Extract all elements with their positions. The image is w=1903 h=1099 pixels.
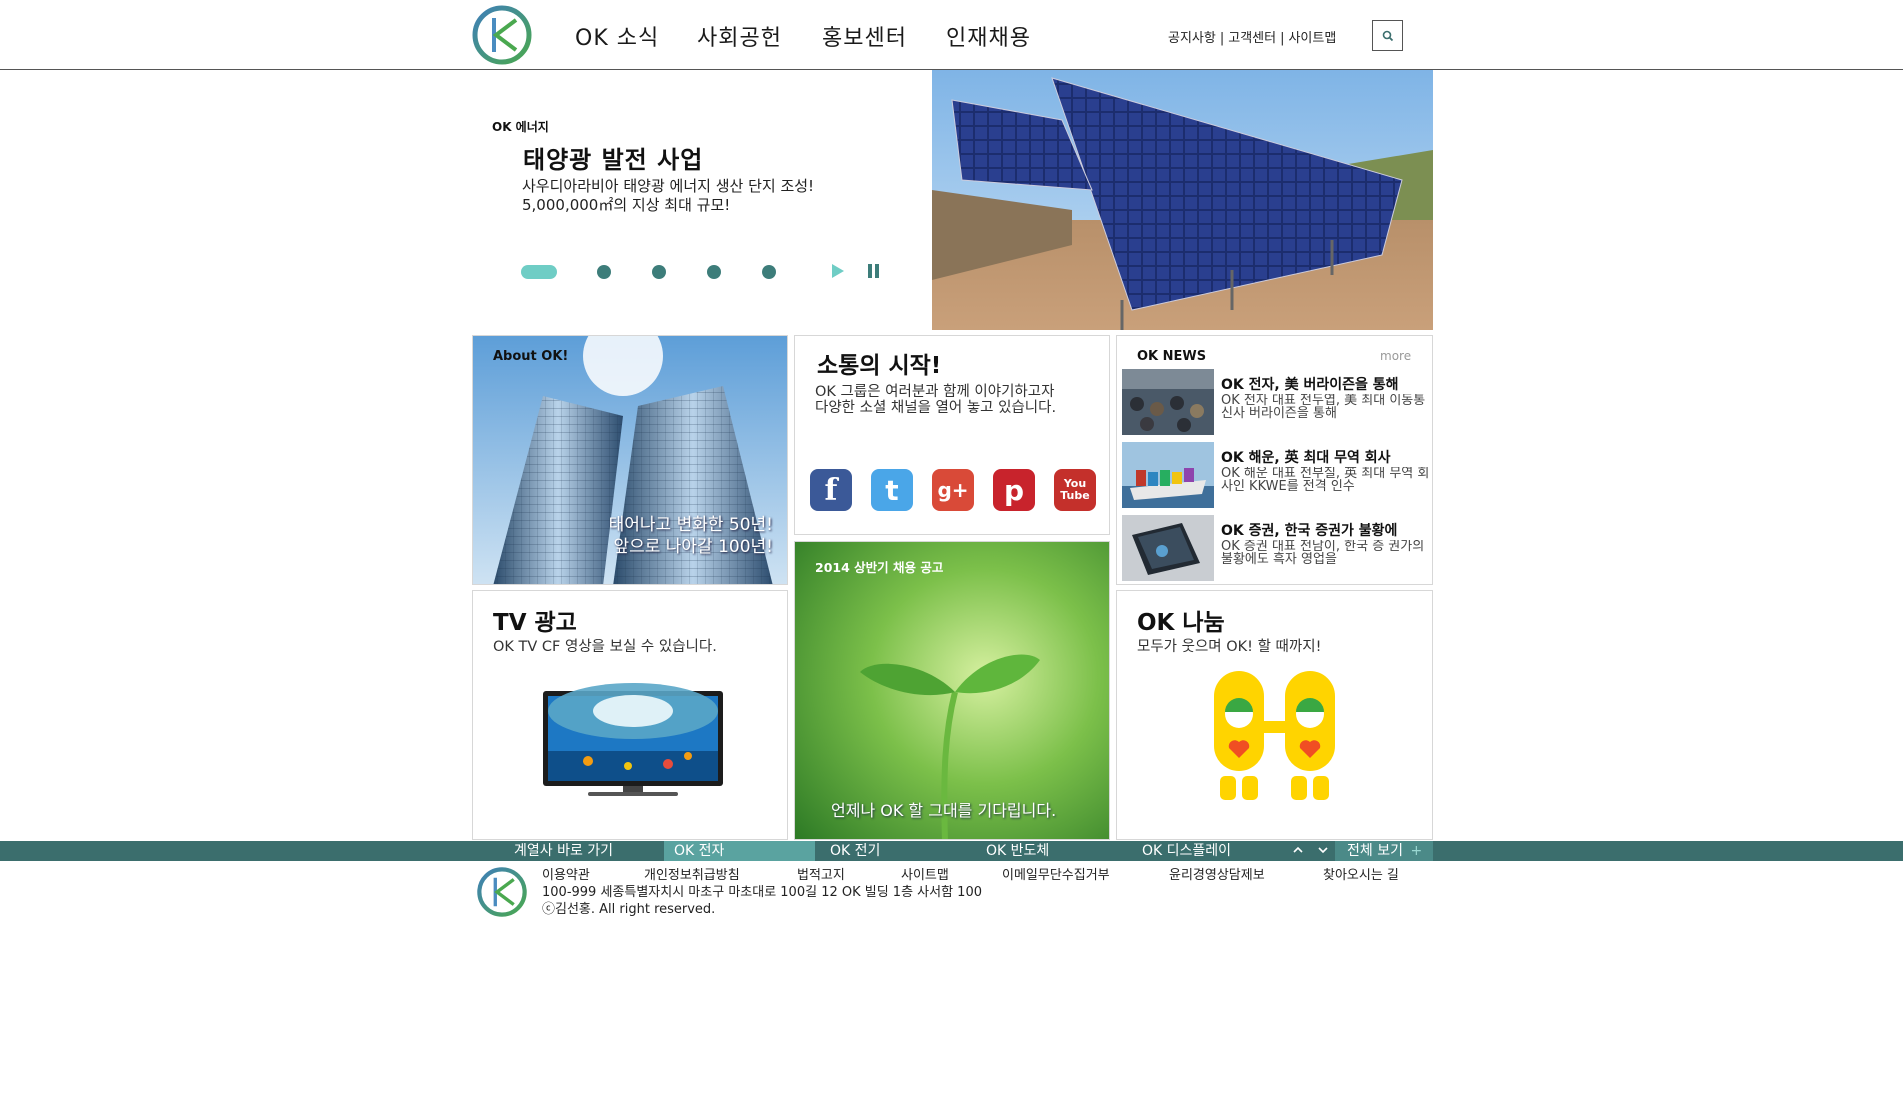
ok-sharing-card[interactable]: OK 나눔 모두가 웃으며 OK! 할 때까지! xyxy=(1116,590,1433,840)
view-all-label: 전체 보기 xyxy=(1347,843,1403,859)
tv-title: TV 광고 xyxy=(493,610,577,636)
news-thumbnail xyxy=(1122,369,1214,435)
about-label: About OK! xyxy=(493,349,569,364)
google-plus-icon[interactable]: g+ xyxy=(932,469,974,511)
social-card: 소통의 시작! OK 그룹은 여러분과 함께 이야기하고자 다양한 소셜 채널을… xyxy=(794,335,1110,535)
social-description: OK 그룹은 여러분과 함께 이야기하고자 다양한 소셜 채널을 열어 놓고 있… xyxy=(815,384,1105,416)
solar-panel-photo xyxy=(932,70,1433,330)
hero-description: 사우디아라비아 태양광 에너지 생산 단지 조성! 5,000,000㎡의 지상… xyxy=(522,177,922,215)
news-item-title: OK 전자, 美 버라이즌을 통해 xyxy=(1221,377,1399,393)
youtube-icon[interactable]: You Tube xyxy=(1054,469,1096,511)
footer-link-ethics[interactable]: 윤리경영상담제보 xyxy=(1169,864,1265,883)
tv-image xyxy=(543,683,723,796)
footer-logo[interactable] xyxy=(476,866,528,918)
family-view-all-button[interactable]: 전체 보기 + xyxy=(1347,841,1422,861)
twitter-icon[interactable]: t xyxy=(871,469,913,511)
family-item-ok-electronics[interactable]: OK 전자 xyxy=(674,841,724,861)
family-item-ok-semiconductor[interactable]: OK 반도체 xyxy=(986,841,1049,861)
about-caption-line: 앞으로 나아갈 100년! xyxy=(613,537,773,557)
family-label: 계열사 바로 가기 xyxy=(514,843,614,859)
hero-label: OK 에너지 xyxy=(492,120,549,134)
about-caption-line: 태어나고 변화한 50년! xyxy=(608,515,773,535)
plus-icon: + xyxy=(1410,843,1423,859)
news-thumbnail xyxy=(1122,442,1214,508)
utility-links: 공지사항 | 고객센터 | 사이트맵 xyxy=(1168,27,1336,46)
slide-indicator-2[interactable] xyxy=(597,265,611,279)
family-site-bar xyxy=(0,841,1903,861)
news-title: OK NEWS xyxy=(1137,349,1207,364)
facebook-icon[interactable]: f xyxy=(810,469,852,511)
recruit-caption: 언제나 OK 할 그대를 기다립니다. xyxy=(831,801,1057,820)
news-card: OK NEWS more OK 전자, 美 버라이즌을 통해 OK 전자 대표 … xyxy=(1116,335,1433,585)
footer-link-directions[interactable]: 찾아오시는 길 xyxy=(1323,864,1399,883)
chevron-up-icon xyxy=(1293,846,1303,853)
slide-indicator-5[interactable] xyxy=(762,265,776,279)
tv-ad-card[interactable]: TV 광고 OK TV CF 영상을 보실 수 있습니다. xyxy=(472,590,788,840)
util-separator: | xyxy=(1280,31,1285,46)
pinterest-icon[interactable]: p xyxy=(993,469,1035,511)
news-item[interactable]: OK 해운, 英 최대 무역 회사 OK 해운 대표 전부칠, 英 최대 무역 … xyxy=(1122,442,1432,508)
util-link-customer-center[interactable]: 고객센터 xyxy=(1228,31,1276,46)
share-title: OK 나눔 xyxy=(1137,610,1225,636)
util-link-notice[interactable]: 공지사항 xyxy=(1168,31,1216,46)
family-scroll-up-button[interactable] xyxy=(1293,845,1303,857)
news-item[interactable]: OK 증권, 한국 증권가 불황에 OK 증권 대표 전남이, 한국 증 권가의… xyxy=(1122,515,1432,581)
nav-ok-news[interactable]: OK 소식 xyxy=(575,20,659,52)
news-item-title: OK 증권, 한국 증권가 불황에 xyxy=(1221,523,1398,539)
sprout-photo xyxy=(795,542,1109,839)
news-item-title: OK 해운, 英 최대 무역 회사 xyxy=(1221,450,1391,466)
news-item-body: OK 전자 대표 전두엽, 美 최대 이동통신사 버라이즌을 통해 xyxy=(1221,394,1426,421)
hero-title: 태양광 발전 사업 xyxy=(523,146,704,174)
news-item-body: OK 해운 대표 전부칠, 英 최대 무역 회사인 KKWE를 전격 인수 xyxy=(1221,467,1430,494)
hero-desc-line: 사우디아라비아 태양광 에너지 생산 단지 조성! xyxy=(522,177,815,195)
news-more-link[interactable]: more xyxy=(1380,349,1411,363)
sharing-mascot-image xyxy=(1214,671,1335,800)
about-card[interactable]: About OK! 태어나고 변화한 50년! 앞으로 나아갈 100년! xyxy=(472,335,788,585)
chevron-down-icon xyxy=(1318,847,1328,854)
util-link-sitemap[interactable]: 사이트맵 xyxy=(1288,31,1336,46)
nav-recruit[interactable]: 인재채용 xyxy=(946,20,1031,52)
social-desc-line: OK 그룹은 여러분과 함께 이야기하고자 xyxy=(815,384,1055,400)
hero-desc-line: 5,000,000㎡의 지상 최대 규모! xyxy=(522,196,731,214)
family-item-ok-electric[interactable]: OK 전기 xyxy=(830,841,880,861)
footer-link-email-refusal[interactable]: 이메일무단수집거부 xyxy=(1002,864,1110,883)
pause-button[interactable] xyxy=(866,263,882,283)
search-button[interactable] xyxy=(1372,20,1403,51)
search-icon xyxy=(1382,30,1393,41)
social-desc-line: 다양한 소셜 채널을 열어 놓고 있습니다. xyxy=(815,400,1057,416)
slide-indicator-3[interactable] xyxy=(652,265,666,279)
news-item[interactable]: OK 전자, 美 버라이즌을 통해 OK 전자 대표 전두엽, 美 최대 이동통… xyxy=(1122,369,1432,435)
share-description: 모두가 웃으며 OK! 할 때까지! xyxy=(1137,639,1322,655)
play-button[interactable] xyxy=(830,263,846,283)
social-title: 소통의 시작! xyxy=(817,353,942,379)
recruit-card[interactable]: 2014 상반기 채용 공고 언제나 OK 할 그대를 기다립니다. xyxy=(794,541,1110,840)
news-item-body: OK 증권 대표 전남이, 한국 증 권가의 불황에도 흑자 영업을 xyxy=(1221,540,1425,567)
tv-description: OK TV CF 영상을 보실 수 있습니다. xyxy=(493,639,717,655)
slide-indicator-1[interactable] xyxy=(521,265,557,279)
play-icon xyxy=(832,264,844,278)
family-item-ok-display[interactable]: OK 디스플레이 xyxy=(1142,841,1231,861)
family-scroll-down-button[interactable] xyxy=(1318,845,1328,857)
ok-logo[interactable] xyxy=(471,4,533,66)
footer-copyright: ⓒ김선홍. All right reserved. xyxy=(542,902,716,917)
util-separator: | xyxy=(1219,31,1225,46)
pause-icon xyxy=(868,264,879,278)
recruit-label: 2014 상반기 채용 공고 xyxy=(815,560,944,575)
about-caption: 태어나고 변화한 50년! 앞으로 나아갈 100년! xyxy=(533,514,773,558)
nav-pr-center[interactable]: 홍보센터 xyxy=(822,20,907,52)
news-thumbnail xyxy=(1122,515,1214,581)
slide-indicator-4[interactable] xyxy=(707,265,721,279)
nav-social-contribution[interactable]: 사회공헌 xyxy=(697,20,782,52)
